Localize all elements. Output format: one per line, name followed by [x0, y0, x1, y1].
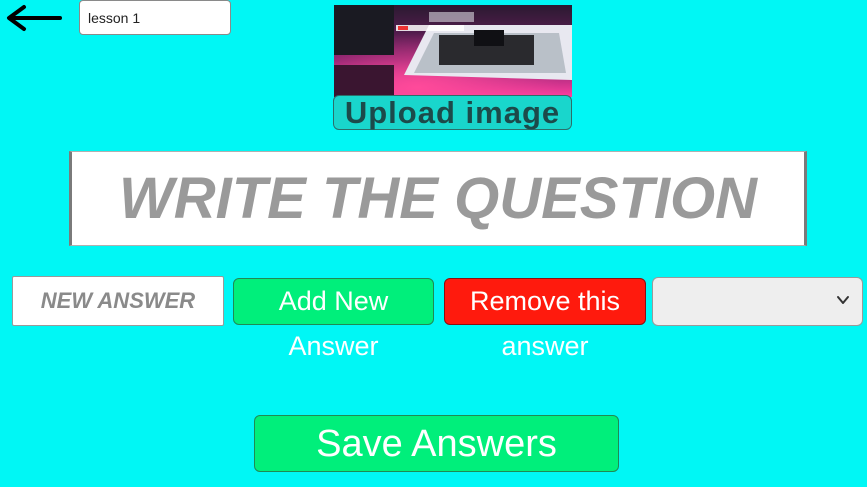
arrow-left-icon — [7, 5, 62, 31]
answer-select-dropdown[interactable] — [652, 277, 863, 326]
image-preview — [334, 5, 572, 97]
upload-image-button[interactable]: Upload image — [333, 95, 572, 130]
lesson-name-field[interactable] — [79, 0, 231, 35]
question-input[interactable] — [69, 151, 807, 246]
new-answer-input[interactable] — [12, 276, 224, 326]
back-button[interactable] — [4, 4, 64, 32]
remove-answer-button[interactable]: Remove this answer — [444, 278, 646, 361]
chevron-down-icon — [837, 296, 849, 304]
add-answer-button[interactable]: Add New Answer — [233, 278, 434, 361]
save-answers-button[interactable]: Save Answers — [254, 415, 619, 472]
